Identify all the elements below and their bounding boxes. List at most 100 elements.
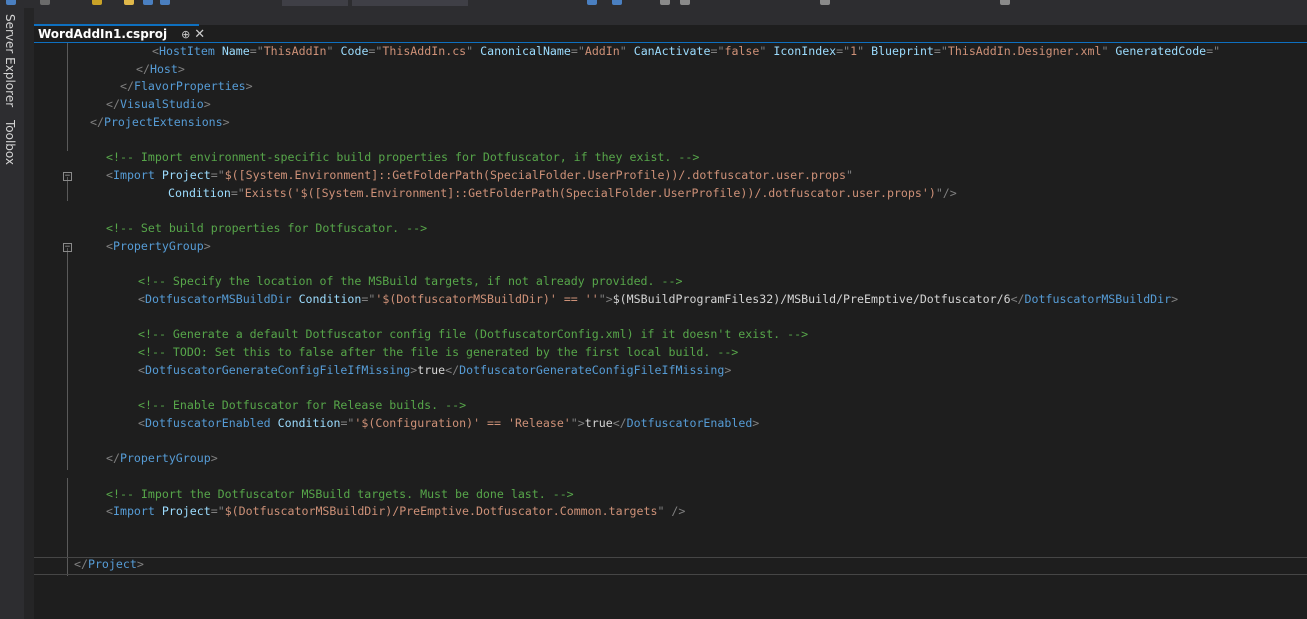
new-project-icon[interactable] (92, 0, 102, 5)
code-token: PropertyGroup (112, 238, 204, 253)
code-token: false (724, 44, 760, 58)
code-line: <DotfuscatorEnabled Condition="'$(Config… (138, 415, 759, 433)
code-token: $([System.Environment]::GetFolderPath(Sp… (224, 167, 846, 182)
code-token: Condition (277, 415, 341, 430)
code-line: <Import Project="$(DotfuscatorMSBuildDir… (106, 503, 685, 521)
code-token: < (138, 415, 145, 430)
code-line: <PropertyGroup> (106, 238, 211, 256)
close-icon[interactable]: ✕ (194, 27, 205, 42)
code-line: <!-- Specify the location of the MSBuild… (138, 273, 682, 291)
current-line-highlight (34, 557, 1307, 575)
code-line: <HostItem Name="ThisAddIn" Code="ThisAdd… (152, 43, 1220, 61)
code-token: > (724, 362, 732, 377)
save-icon[interactable] (143, 0, 153, 5)
code-token: CanonicalName (480, 44, 571, 58)
code-token: DotfuscatorEnabled (144, 415, 271, 430)
code-token: Host (149, 61, 178, 76)
code-token: "> (570, 415, 585, 430)
code-line: <DotfuscatorGenerateConfigFileIfMissing >… (138, 362, 731, 380)
toolbar-tool-icon[interactable] (820, 0, 830, 5)
tab-well (34, 8, 1307, 25)
server-explorer-tab[interactable]: Server Explorer (3, 14, 17, 107)
save-all-icon[interactable] (160, 0, 170, 5)
code-token: =" (249, 44, 264, 58)
code-token: < (138, 291, 145, 306)
code-line: </ProjectExtensions> (90, 114, 230, 132)
pin-icon[interactable]: ⊕ (181, 28, 190, 41)
code-token: Condition (298, 291, 362, 306)
code-token: < (106, 238, 113, 253)
code-token: " (619, 44, 627, 58)
code-token: GeneratedCode (1115, 44, 1207, 58)
code-token: > (1171, 291, 1179, 306)
code-token: PropertyGroup (119, 451, 211, 466)
code-token: =" (1206, 44, 1221, 58)
code-token: '$(DotfuscatorMSBuildDir)' == '' (375, 291, 599, 306)
code-token: DotfuscatorGenerateConfigFileIfMissing (144, 362, 411, 377)
code-line: <Import Project="$([System.Environment]:… (106, 167, 853, 185)
code-token: =" (210, 167, 225, 182)
open-file-icon[interactable] (124, 0, 134, 5)
code-line: </Project> (74, 556, 144, 574)
document-tab[interactable]: WordAddIn1.csproj ⊕ ✕ (34, 24, 205, 42)
code-token: <!-- Generate a default Dotfuscator conf… (138, 327, 809, 342)
code-line: <!-- Enable Dotfuscator for Release buil… (138, 397, 466, 415)
code-token: > (752, 415, 760, 430)
toolbar-tool-icon[interactable] (612, 0, 622, 5)
code-token: DotfuscatorMSBuildDir (144, 291, 292, 306)
outline-guide (67, 478, 68, 562)
code-token: </ (136, 61, 150, 76)
start-debug-icon[interactable] (587, 0, 597, 5)
code-token: DotfuscatorMSBuildDir (1024, 291, 1172, 306)
code-line: </PropertyGroup> (106, 450, 218, 468)
code-token: Name (221, 44, 250, 58)
code-token: Import (112, 167, 155, 182)
code-token: ProjectExtensions (103, 114, 223, 129)
configuration-dropdown[interactable] (282, 0, 348, 6)
toolbar-tool-icon[interactable] (660, 0, 670, 5)
code-token: < (138, 362, 145, 377)
code-line: </Host> (136, 61, 185, 79)
code-token: </ (74, 557, 88, 572)
code-token: =" (361, 291, 376, 306)
code-token: " (845, 167, 853, 182)
code-token: > (245, 79, 253, 94)
code-token: VisualStudio (119, 97, 204, 112)
toolbar-tool-icon[interactable] (1000, 0, 1010, 5)
code-line: <!-- Import environment-specific build p… (106, 149, 699, 167)
toolbar-tool-icon[interactable] (680, 0, 690, 5)
code-token: > (136, 557, 144, 572)
code-line: </VisualStudio> (106, 96, 211, 114)
code-token: < (106, 167, 113, 182)
toolbox-tab[interactable]: Toolbox (3, 120, 17, 165)
code-token: Import (112, 504, 155, 519)
code-token: </ (106, 451, 120, 466)
code-token: <!-- Set build properties for Dotfuscato… (106, 221, 428, 235)
forward-icon[interactable] (40, 0, 50, 5)
code-token: Blueprint (871, 44, 934, 58)
code-line: <!-- Generate a default Dotfuscator conf… (138, 326, 808, 344)
code-token: < (106, 504, 113, 519)
code-token: $(MSBuildProgramFiles32)/MSBuild/PreEmpt… (612, 291, 1011, 306)
code-token: " /> (657, 504, 686, 519)
code-token: ThisAddIn (263, 44, 327, 58)
code-token: =" (230, 185, 245, 200)
toolbar (0, 0, 1307, 8)
code-token: ThisAddIn.Designer.xml (947, 44, 1102, 58)
platform-dropdown[interactable] (352, 0, 468, 6)
collapse-icon[interactable]: − (63, 172, 72, 181)
code-token: Condition (168, 185, 231, 200)
code-token: true (417, 362, 446, 377)
code-token: Code (340, 44, 369, 58)
code-token: </ (612, 415, 627, 430)
collapse-icon[interactable]: − (63, 243, 72, 252)
code-token: > (203, 97, 211, 112)
code-line: <DotfuscatorMSBuildDir Condition="'$(Dot… (138, 291, 1178, 309)
code-token: </ (120, 79, 134, 94)
back-icon[interactable] (6, 0, 16, 5)
code-token: FlavorProperties (133, 79, 246, 94)
